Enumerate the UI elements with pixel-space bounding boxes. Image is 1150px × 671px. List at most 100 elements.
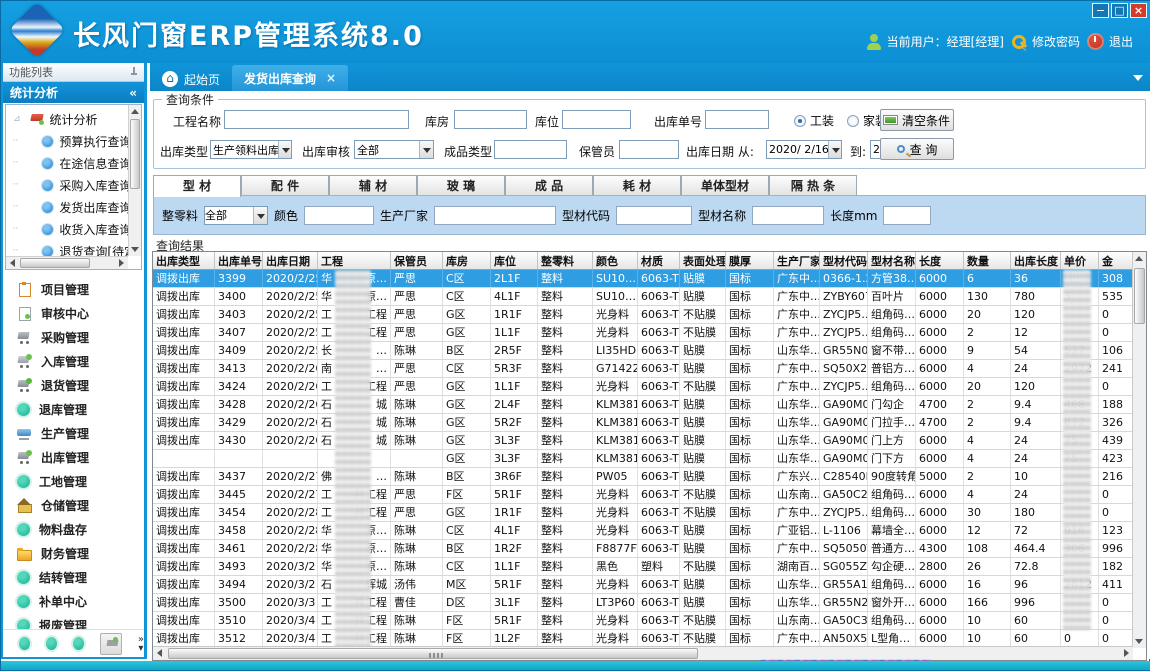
column-header-13[interactable]: 型材代码 (820, 252, 868, 269)
table-row[interactable]: 调拨出库34072020/2/25工工程严思G区1L1F整料光身料6063-T5… (153, 324, 1133, 342)
column-header-9[interactable]: 材质 (638, 252, 680, 269)
collapse-icon[interactable]: « (129, 86, 137, 100)
sidebar-item-1[interactable]: 审核中心 (3, 301, 144, 325)
collapsed-module-icon[interactable] (46, 637, 57, 650)
scroll-left-icon[interactable] (157, 649, 162, 657)
maximize-button[interactable]: □ (1111, 3, 1128, 18)
grid-horizontal-scrollbar[interactable] (153, 646, 1133, 660)
tree-item-1[interactable]: ┈在途信息查询[待 (10, 152, 128, 174)
sidebar-item-14[interactable]: 报废管理 (3, 613, 144, 629)
date-from-dropdown[interactable]: 2020/ 2/16 (766, 140, 842, 159)
table-row[interactable]: 调拨出库34302020/2/26石城陈琳G区3L3F整料KLM38176063… (153, 432, 1133, 450)
collapsed-module-icon[interactable] (19, 637, 30, 650)
table-row[interactable]: 调拨出库34942020/3/2石辉城汤伟M区5R1F整料光身料6063-T5贴… (153, 576, 1133, 594)
tree-item-2[interactable]: ┈采购入库查询 (10, 174, 128, 196)
location-input[interactable] (562, 110, 631, 129)
table-row[interactable]: 调拨出库34372020/2/27佛…陈琳B区3R6F整料PW056063-T5… (153, 468, 1133, 486)
table-row[interactable]: 调拨出库34002020/2/25华原…严思C区4L1F整料SU10…6063-… (153, 288, 1133, 306)
material-tab-3[interactable]: 玻 璃 (417, 175, 505, 196)
minimize-button[interactable]: − (1092, 3, 1109, 18)
table-row[interactable]: 调拨出库35002020/3/3工共工程曹佳D区3L1F整料LT3P606063… (153, 594, 1133, 612)
column-header-16[interactable]: 数量 (964, 252, 1011, 269)
scrollbar-thumb[interactable] (20, 258, 90, 268)
more-modules-button[interactable]: »▾ (138, 635, 144, 653)
scroll-left-icon[interactable] (10, 259, 15, 267)
profile-code-input[interactable] (616, 206, 692, 225)
column-header-0[interactable]: 出库类型 (153, 252, 215, 269)
column-header-18[interactable]: 单价 (1061, 252, 1099, 269)
table-row[interactable]: 调拨出库34612020/2/28华原…陈琳B区1R2F整料F8877FT606… (153, 540, 1133, 558)
cart-module-button[interactable] (100, 633, 122, 655)
material-tab-1[interactable]: 配 件 (241, 175, 329, 196)
project-name-input[interactable] (224, 110, 409, 129)
tree-vertical-scrollbar[interactable] (128, 105, 141, 256)
audit-dropdown[interactable]: 全部 (354, 140, 434, 159)
table-row[interactable]: 调拨出库34582020/2/28华原…陈琳C区4L1F整料光身料6063-T5… (153, 522, 1133, 540)
tab-close-icon[interactable]: × (326, 71, 336, 85)
tree-item-3[interactable]: ┈发货出库查询 (10, 196, 128, 218)
out-type-dropdown[interactable]: 生产领料出库 (210, 140, 292, 159)
keeper-input[interactable] (619, 140, 679, 159)
tab-shipment-query[interactable]: 发货出库查询 × (232, 65, 348, 91)
order-no-input[interactable] (705, 110, 769, 129)
pin-icon[interactable] (130, 67, 138, 77)
sidebar-item-7[interactable]: 出库管理 (3, 445, 144, 469)
table-row[interactable]: 调拨出库34282020/2/26石城陈琳G区2L4F整料KLM38176063… (153, 396, 1133, 414)
column-header-15[interactable]: 长度 (916, 252, 964, 269)
change-password-button[interactable]: 修改密码 (1011, 33, 1080, 50)
column-header-10[interactable]: 表面处理 (680, 252, 726, 269)
table-row[interactable]: 调拨出库34452020/2/27工共工程严思F区5R1F整料光身料6063-T… (153, 486, 1133, 504)
sidebar-item-12[interactable]: 结转管理 (3, 565, 144, 589)
scroll-up-icon[interactable] (1135, 256, 1143, 261)
column-header-17[interactable]: 出库长度 (1011, 252, 1061, 269)
table-row[interactable]: 调拨出库34092020/2/25长…陈琳B区2R5F整料LI35HD6063-… (153, 342, 1133, 360)
tree-root[interactable]: ⊿ 统计分析 (10, 108, 128, 130)
sidebar-item-3[interactable]: 入库管理 (3, 349, 144, 373)
logout-button[interactable]: 退出 (1087, 33, 1133, 50)
sidebar-item-11[interactable]: 财务管理 (3, 541, 144, 565)
close-button[interactable]: × (1130, 3, 1147, 18)
scroll-down-icon[interactable] (131, 247, 139, 252)
table-row[interactable]: 调拨出库34932020/3/2华原…陈琳C区1L1F整料黑色塑料不贴膜国标湖南… (153, 558, 1133, 576)
sidebar-item-13[interactable]: 补单中心 (3, 589, 144, 613)
column-header-3[interactable]: 工程 (318, 252, 391, 269)
material-tab-0[interactable]: 型 材 (153, 175, 241, 197)
column-header-14[interactable]: 型材名称 (868, 252, 916, 269)
profile-name-input[interactable] (752, 206, 824, 225)
tree-item-5[interactable]: ┈退货查询[待定] (10, 240, 128, 256)
table-row[interactable]: 调拨出库34132020/2/26南…严思C区5R3F整料G714226063-… (153, 360, 1133, 378)
material-tab-5[interactable]: 耗 材 (593, 175, 681, 196)
warehouse-input[interactable] (454, 110, 527, 129)
tab-home[interactable]: ⌂ 起始页 (150, 67, 232, 91)
tree-item-0[interactable]: ┈预算执行查询 (10, 130, 128, 152)
sidebar-item-4[interactable]: 退货管理 (3, 373, 144, 397)
table-row[interactable]: 调拨出库34292020/2/26石城陈琳G区5R2F整料KLM38176063… (153, 414, 1133, 432)
search-button[interactable]: 查 询 (880, 138, 954, 160)
collapsed-module-icon[interactable] (73, 637, 84, 650)
clear-conditions-button[interactable]: 清空条件 (880, 109, 954, 131)
manufacturer-input[interactable] (434, 206, 556, 225)
sidebar-item-6[interactable]: 生产管理 (3, 421, 144, 445)
length-input[interactable] (883, 206, 931, 225)
material-tab-2[interactable]: 辅 材 (329, 175, 417, 196)
tree-item-4[interactable]: ┈收货入库查询 (10, 218, 128, 240)
table-row[interactable]: G区3L3F整料KLM38176063-T5贴膜国标山东华…GA90M09.门下… (153, 450, 1133, 468)
column-header-7[interactable]: 整零料 (538, 252, 593, 269)
sidebar-item-2[interactable]: 采购管理 (3, 325, 144, 349)
sidebar-item-10[interactable]: 物料盘存 (3, 517, 144, 541)
whole-dropdown[interactable]: 全部 (204, 206, 268, 225)
table-row[interactable]: 调拨出库33992020/2/25华原…严思C区2L1F整料SU10…6063-… (153, 270, 1133, 288)
material-tab-7[interactable]: 隔 热 条 (769, 175, 857, 196)
table-row[interactable]: 调拨出库34032020/2/25工工程严思G区1R1F整料光身料6063-T5… (153, 306, 1133, 324)
table-row[interactable]: 调拨出库35102020/3/4工共工程陈琳F区5R1F整料光身料6063-T5… (153, 612, 1133, 630)
tree-horizontal-scrollbar[interactable] (6, 256, 128, 269)
scroll-down-icon[interactable] (1135, 639, 1143, 644)
column-header-19[interactable]: 金 (1099, 252, 1133, 269)
table-row[interactable]: 调拨出库34542020/2/28工共工程严思G区1R1F整料光身料6063-T… (153, 504, 1133, 522)
column-header-2[interactable]: 出库日期 (263, 252, 318, 269)
grid-vertical-scrollbar[interactable] (1132, 252, 1146, 648)
tree-expander[interactable]: ⊿ (13, 114, 21, 124)
table-row[interactable]: 调拨出库34242020/2/26工工程严思G区1L1F整料光身料6063-T5… (153, 378, 1133, 396)
scrollbar-thumb[interactable] (130, 119, 140, 189)
sidebar-item-8[interactable]: 工地管理 (3, 469, 144, 493)
